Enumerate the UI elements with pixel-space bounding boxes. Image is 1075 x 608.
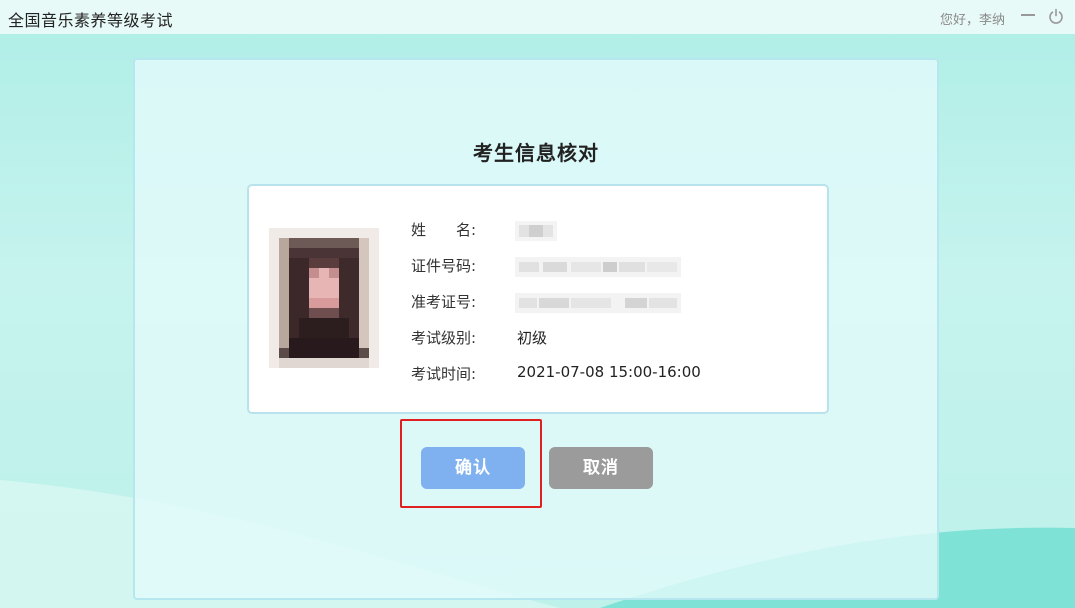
confirm-button[interactable]: 确认 [421,447,525,489]
panel-title: 考生信息核对 [473,141,599,165]
field-name-value-redacted [515,221,557,241]
field-ticket-value-redacted [515,293,681,313]
app-title: 全国音乐素养等级考试 [8,11,174,30]
field-level-value: 初级 [517,329,548,347]
cancel-button[interactable]: 取消 [549,447,653,489]
field-ticket-label: 准考证号: [411,293,477,311]
title-bar: 全国音乐素养等级考试 您好，李纳 [0,0,1075,34]
field-name-label: 姓 名: [411,221,477,239]
minimize-icon[interactable] [1021,14,1035,16]
power-icon[interactable] [1048,8,1064,24]
field-time-label: 考试时间: [411,365,477,383]
field-id-value-redacted [515,257,681,277]
user-greeting: 您好，李纳 [939,13,1005,28]
candidate-info-card: 姓 名: 证件号码: 准考证号: 考试级别: 初级 考试时间: 2021-07-… [247,184,829,414]
field-id-label: 证件号码: [411,257,477,275]
verification-panel: 考生信息核对 姓 名: 证件号码: 准考证号: 考试级别: 初级 考试时间: 2… [133,58,939,600]
field-time-value: 2021-07-08 15:00-16:00 [517,363,701,381]
field-level-label: 考试级别: [411,329,477,347]
candidate-photo [269,228,379,368]
